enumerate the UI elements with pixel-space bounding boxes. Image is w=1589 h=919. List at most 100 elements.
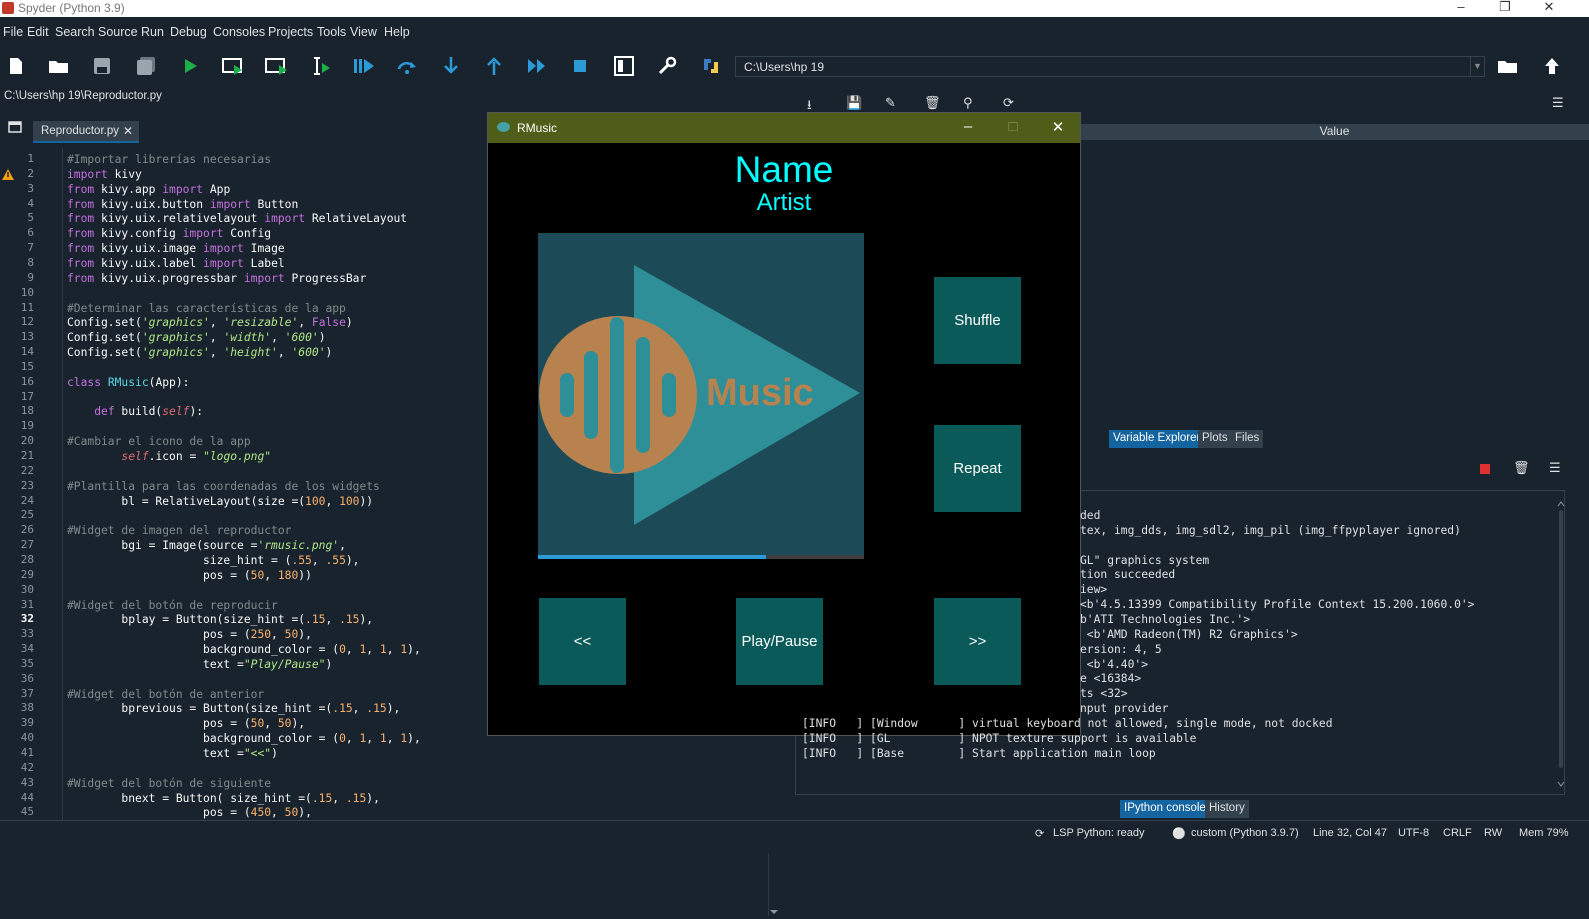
search-icon[interactable]: ⚲ (963, 96, 973, 111)
line-number: 7 (27, 241, 34, 255)
line-number: 41 (20, 746, 34, 759)
browse-folder-icon[interactable] (1496, 54, 1520, 78)
repeat-button[interactable]: Repeat (934, 425, 1021, 512)
spyder-logo-icon (2, 2, 14, 14)
debug-icon[interactable] (352, 54, 376, 78)
working-directory-combobox[interactable]: C:\Users\hp 19 ▼ (735, 56, 1485, 77)
interrupt-kernel-icon[interactable] (1480, 464, 1490, 474)
minimize-button[interactable]: – (1438, 0, 1484, 14)
rmusic-close-button[interactable]: ✕ (1038, 118, 1078, 136)
line-number: 16 (20, 374, 34, 388)
playback-progress-bar (538, 555, 864, 559)
window-titlebar: Spyder (Python 3.9) – ❐ ✕ (0, 0, 1589, 17)
menu-file[interactable]: File (3, 25, 23, 39)
save-icon[interactable] (90, 54, 114, 78)
menu-tools[interactable]: Tools (317, 25, 346, 39)
restore-button[interactable]: ❐ (1482, 0, 1528, 15)
file-encoding: UTF-8 (1398, 827, 1430, 839)
step-return-icon[interactable] (482, 54, 506, 78)
menu-edit[interactable]: Edit (27, 25, 49, 39)
code-line: from kivy.uix.label import Label (67, 256, 285, 270)
save-all-icon[interactable] (134, 54, 158, 78)
lsp-status-icon: ⟳ (1035, 828, 1045, 840)
menu-search[interactable]: Search (55, 25, 95, 39)
line-number: 13 (20, 330, 34, 344)
line-number: 34 (20, 642, 34, 656)
line-number: 5 (27, 211, 34, 225)
options-menu-icon[interactable]: ☰ (1552, 96, 1564, 111)
tab-files[interactable]: Files (1231, 430, 1264, 448)
close-window-button[interactable]: ✕ (1526, 0, 1572, 15)
menu-help[interactable]: Help (384, 25, 410, 39)
line-number: 10 (20, 285, 34, 299)
save-data-icon[interactable]: 💾 (846, 96, 862, 111)
code-line: bgi = Image(source ='rmusic.png', (67, 539, 346, 553)
preferences-wrench-icon[interactable] (655, 54, 679, 78)
remove-variables-icon[interactable]: 🗑 (924, 96, 941, 111)
console-line: e <16384> (1080, 672, 1142, 686)
tab-history[interactable]: History (1205, 800, 1249, 818)
line-number: 42 (20, 760, 34, 774)
rmusic-minimize-button[interactable]: – (948, 118, 988, 135)
console-line: [INFO ] [Window ] virtual keyboard not a… (802, 716, 1333, 730)
editor-tab-reproductor[interactable]: Reproductor.py ✕ (33, 121, 139, 143)
code-line: Config.set('graphics', 'height', '600') (67, 346, 333, 360)
previous-button[interactable]: << (539, 598, 626, 685)
python-path-manager-icon[interactable] (699, 54, 723, 78)
line-number: 12 (20, 315, 34, 329)
play-pause-button[interactable]: Play/Pause (736, 598, 823, 685)
code-line: def build(self): (94, 405, 204, 419)
value-column-header[interactable]: Value (1080, 124, 1589, 140)
remove-variables-console-icon[interactable]: 🗑 (1513, 461, 1530, 476)
run-cell-advance-icon[interactable] (265, 54, 289, 78)
next-button[interactable]: >> (934, 598, 1021, 685)
line-number: 6 (27, 226, 34, 240)
run-cell-icon[interactable] (221, 54, 245, 78)
code-line: #Widget del botón de anterior (67, 687, 265, 701)
tab-ipython-console[interactable]: IPython console (1120, 800, 1210, 818)
status-bar: ⟳ LSP Python: ready ⚪ custom (Python 3.9… (0, 820, 1589, 853)
save-data-as-icon[interactable]: ✎ (885, 96, 896, 111)
shuffle-button[interactable]: Shuffle (934, 277, 1021, 364)
tab-variable-explorer[interactable]: Variable Explorer (1109, 430, 1205, 448)
maximize-pane-icon[interactable] (612, 54, 636, 78)
step-over-icon[interactable] (395, 54, 419, 78)
tab-plots[interactable]: Plots (1198, 430, 1232, 448)
close-tab-icon[interactable]: ✕ (123, 124, 133, 138)
python-env[interactable]: custom (Python 3.9.7) (1191, 827, 1299, 839)
continue-icon[interactable] (525, 54, 549, 78)
window-title: Spyder (Python 3.9) (18, 1, 125, 15)
stop-icon[interactable] (568, 54, 592, 78)
line-number: 11 (20, 300, 34, 314)
code-line: #Cambiar el icono de la app (67, 435, 251, 449)
menu-view[interactable]: View (350, 25, 377, 39)
menu-run[interactable]: Run (141, 25, 164, 39)
line-number: 43 (20, 775, 34, 789)
menu-debug[interactable]: Debug (170, 25, 207, 39)
code-line: self.icon = "logo.png" (121, 450, 272, 463)
refresh-icon[interactable]: ⟳ (1003, 96, 1014, 111)
code-line: text ="Play/Pause") (67, 657, 333, 671)
code-line: bl = RelativeLayout(size =(100, 100)) (67, 494, 374, 508)
console-line: b'ATI Technologies Inc.'> (1080, 612, 1251, 626)
new-file-icon[interactable] (4, 54, 28, 78)
chevron-down-icon[interactable]: ▼ (1470, 57, 1484, 76)
run-selection-icon[interactable] (309, 54, 333, 78)
env-icon: ⚪ (1172, 828, 1186, 840)
console-options-icon[interactable]: ☰ (1549, 461, 1561, 476)
browse-tabs-icon[interactable] (8, 121, 22, 136)
console-line: ded (1080, 509, 1101, 522)
editor-scrollbar[interactable] (768, 842, 780, 916)
console-line: nput provider (1080, 702, 1169, 716)
parent-directory-icon[interactable] (1540, 54, 1564, 78)
menu-consoles[interactable]: Consoles (213, 25, 265, 39)
run-icon[interactable] (178, 54, 202, 78)
line-number: 30 (20, 582, 34, 596)
code-line: from kivy.config import Config (67, 227, 272, 241)
step-into-icon[interactable] (439, 54, 463, 78)
menu-source[interactable]: Source (98, 25, 138, 39)
open-file-icon[interactable] (47, 54, 71, 78)
console-scrollbar[interactable] (1557, 500, 1565, 790)
menu-projects[interactable]: Projects (268, 25, 313, 39)
menubar: File Edit Search Source Run Debug Consol… (0, 20, 1589, 44)
